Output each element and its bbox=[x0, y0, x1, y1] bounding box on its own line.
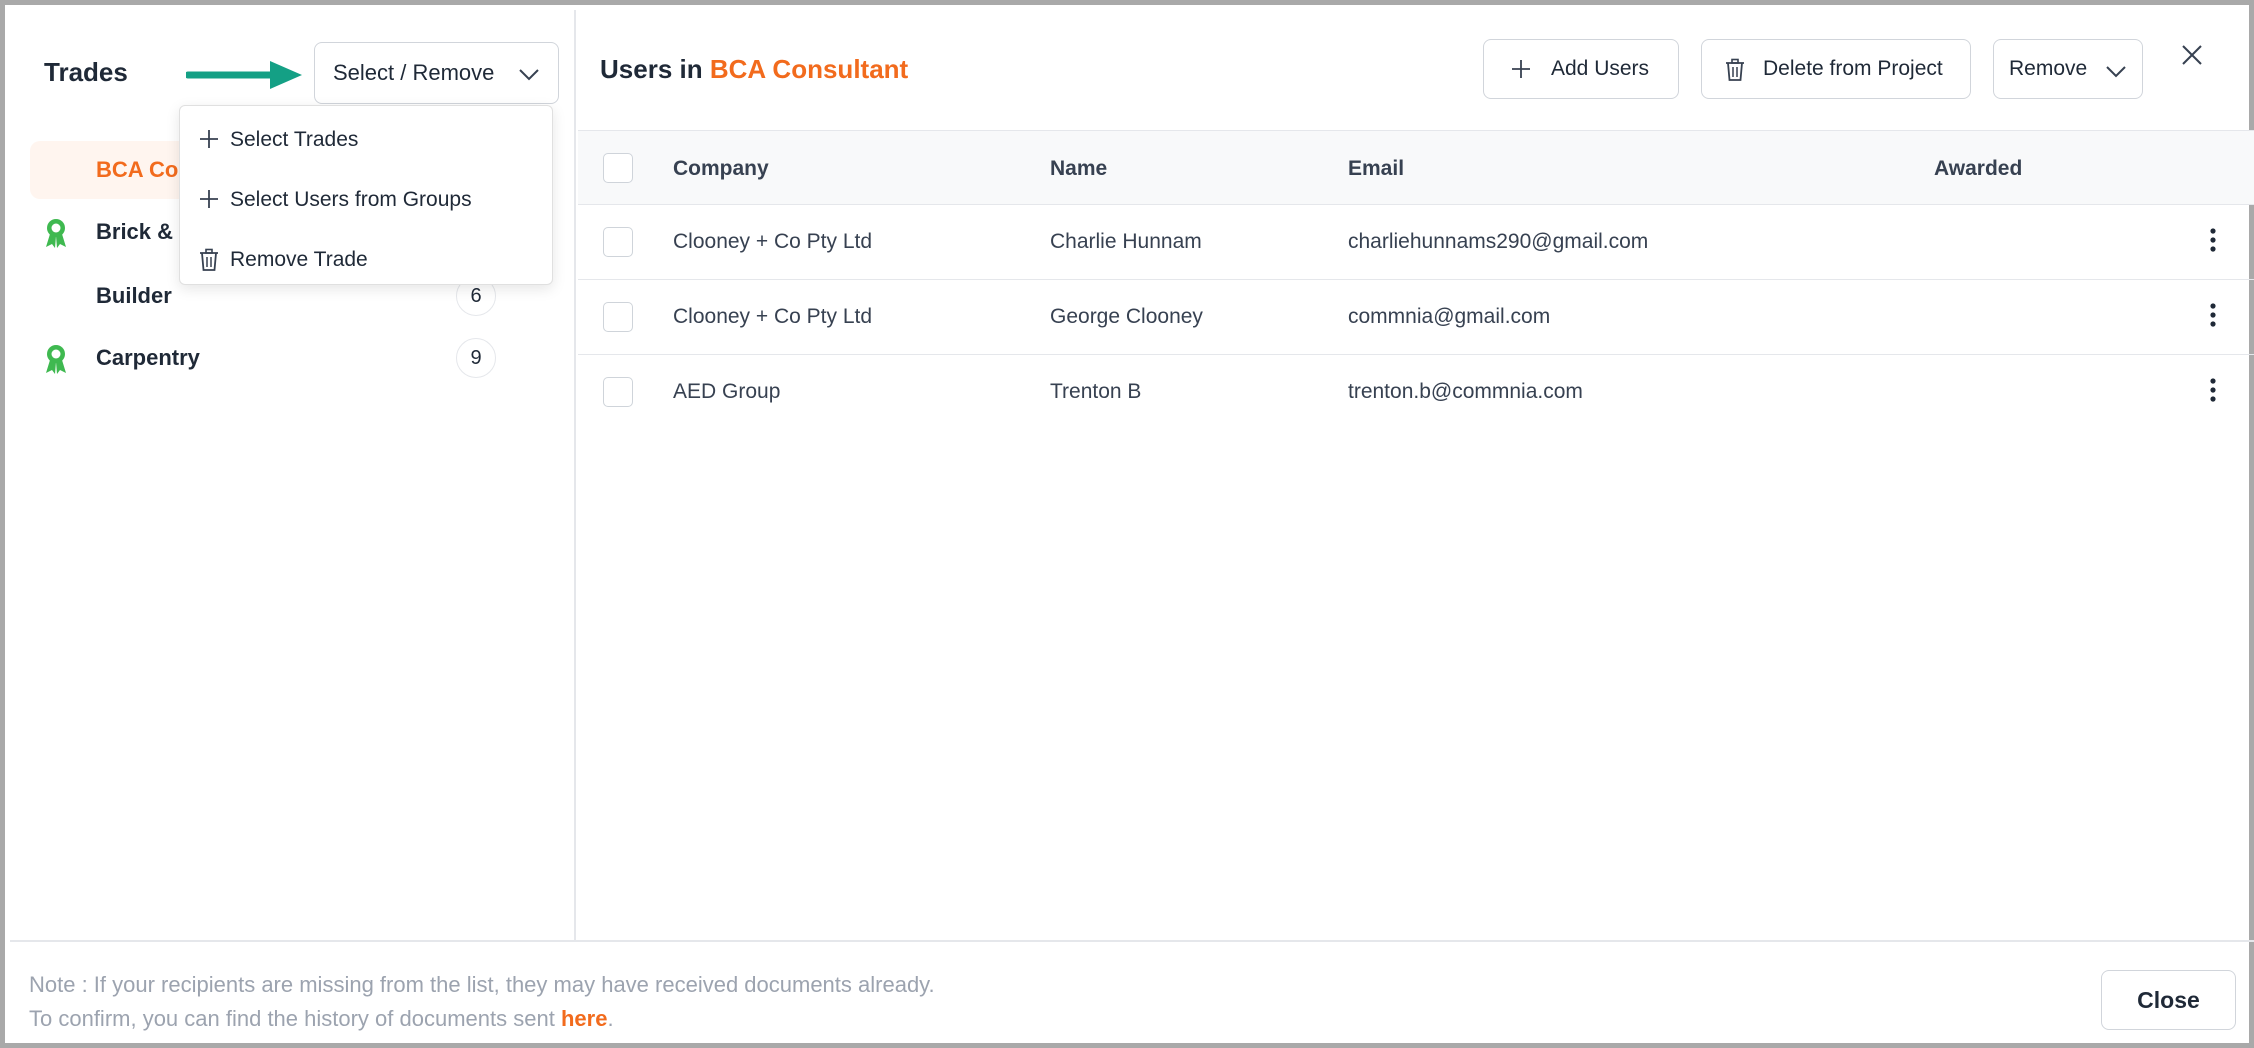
cell-company: Clooney + Co Pty Ltd bbox=[673, 230, 873, 253]
trade-name: Builder bbox=[96, 283, 172, 308]
cell-company: Clooney + Co Pty Ltd bbox=[673, 305, 873, 328]
menu-item-label: Remove Trade bbox=[230, 248, 368, 271]
menu-item-label: Select Trades bbox=[230, 128, 359, 151]
cell-email: commnia@gmail.com bbox=[1348, 305, 1551, 328]
row-checkbox[interactable] bbox=[603, 302, 633, 332]
table-header: Company Name Email Awarded bbox=[578, 130, 2254, 205]
close-icon[interactable] bbox=[2175, 38, 2209, 72]
dialog: Trades Select / Remove BCA Con Brick & B bbox=[0, 0, 2254, 1048]
cell-company: AED Group bbox=[673, 380, 781, 403]
table-row[interactable]: Clooney + Co Pty Ltd Charlie Hunnam char… bbox=[578, 205, 2254, 280]
column-header-email[interactable]: Email bbox=[1348, 157, 1404, 181]
users-title-trade: BCA Consultant bbox=[709, 54, 909, 84]
more-options-icon[interactable] bbox=[2208, 227, 2218, 253]
delete-from-project-button[interactable]: Delete from Project bbox=[1701, 39, 1971, 99]
award-ribbon-icon bbox=[46, 345, 66, 374]
footer-note: Note : If your recipients are missing fr… bbox=[29, 968, 935, 1036]
plus-icon bbox=[1512, 60, 1530, 78]
plus-icon bbox=[200, 130, 218, 148]
menu-item-remove-trade[interactable]: Remove Trade bbox=[180, 232, 552, 288]
select-all-checkbox[interactable] bbox=[603, 153, 633, 183]
table-row[interactable]: AED Group Trenton B trenton.b@commnia.co… bbox=[578, 355, 2254, 430]
select-remove-label: Select / Remove bbox=[333, 60, 495, 85]
trade-name: BCA Con bbox=[96, 157, 192, 182]
delete-from-project-label: Delete from Project bbox=[1763, 57, 1943, 80]
select-remove-dropdown[interactable]: Select / Remove bbox=[314, 42, 559, 104]
arrow-right-icon bbox=[186, 61, 302, 89]
column-header-name[interactable]: Name bbox=[1050, 157, 1107, 181]
plus-icon bbox=[200, 190, 218, 208]
column-header-awarded[interactable]: Awarded bbox=[1934, 157, 2022, 181]
select-remove-menu: Select Trades Select Users from Groups R… bbox=[179, 105, 553, 285]
history-link[interactable]: here bbox=[561, 1006, 607, 1031]
add-users-button[interactable]: Add Users bbox=[1483, 39, 1679, 99]
users-panel: Users in BCA Consultant Add Users Delete… bbox=[578, 10, 2254, 940]
note-suffix: . bbox=[607, 1006, 614, 1031]
note-line-1: Note : If your recipients are missing fr… bbox=[29, 972, 935, 997]
award-ribbon-icon bbox=[46, 219, 66, 248]
trade-item-carpentry[interactable]: Carpentry 9 bbox=[30, 329, 550, 387]
trash-icon bbox=[1726, 58, 1744, 81]
table-row[interactable]: Clooney + Co Pty Ltd George Clooney comm… bbox=[578, 280, 2254, 355]
chevron-down-icon bbox=[2106, 66, 2126, 78]
more-options-icon[interactable] bbox=[2208, 377, 2218, 403]
trade-name: Carpentry bbox=[96, 345, 200, 370]
column-header-company[interactable]: Company bbox=[673, 157, 769, 181]
row-checkbox[interactable] bbox=[603, 377, 633, 407]
cell-name: Trenton B bbox=[1050, 380, 1142, 403]
users-title-prefix: Users in bbox=[600, 54, 703, 84]
trades-title: Trades bbox=[44, 57, 128, 87]
note-line-2-text: To confirm, you can find the history of … bbox=[29, 1006, 555, 1031]
chevron-down-icon bbox=[519, 69, 539, 81]
close-button[interactable]: Close bbox=[2101, 970, 2236, 1030]
menu-item-select-trades[interactable]: Select Trades bbox=[180, 112, 552, 168]
cell-name: Charlie Hunnam bbox=[1050, 230, 1202, 253]
row-checkbox[interactable] bbox=[603, 227, 633, 257]
dialog-footer: Note : If your recipients are missing fr… bbox=[10, 940, 2254, 1048]
trash-icon bbox=[200, 248, 218, 271]
trade-count-badge: 9 bbox=[456, 338, 496, 378]
add-users-label: Add Users bbox=[1551, 57, 1650, 80]
menu-item-label: Select Users from Groups bbox=[230, 188, 472, 211]
cell-email: charliehunnams290@gmail.com bbox=[1348, 230, 1649, 253]
more-options-icon[interactable] bbox=[2208, 302, 2218, 328]
users-title: Users in BCA Consultant bbox=[600, 54, 908, 85]
cell-email: trenton.b@commnia.com bbox=[1348, 380, 1583, 403]
remove-label: Remove bbox=[2009, 57, 2088, 80]
menu-item-select-users-from-groups[interactable]: Select Users from Groups bbox=[180, 172, 552, 228]
note-line-2: To confirm, you can find the history of … bbox=[29, 1002, 935, 1036]
cell-name: George Clooney bbox=[1050, 305, 1203, 328]
remove-dropdown-button[interactable]: Remove bbox=[1993, 39, 2143, 99]
